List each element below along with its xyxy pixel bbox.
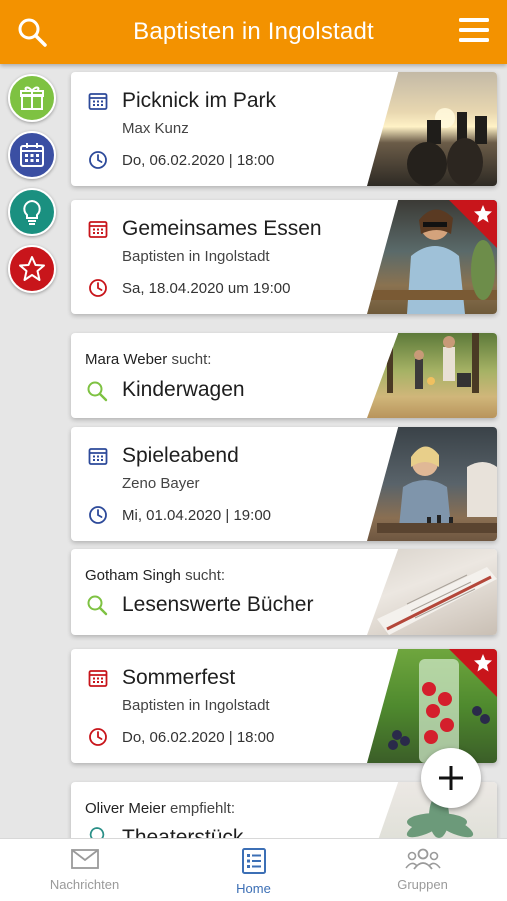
page-title: Baptisten in Ingolstadt bbox=[133, 18, 374, 45]
search-card[interactable]: Mara Weber sucht: Kinderwagen bbox=[71, 333, 497, 418]
search-icon[interactable] bbox=[17, 17, 47, 47]
clock-icon bbox=[89, 151, 107, 169]
event-organizer: Max Kunz bbox=[122, 120, 189, 137]
calendar-icon bbox=[20, 143, 44, 167]
event-card[interactable]: Gemeinsames Essen Baptisten in Ingolstad… bbox=[71, 200, 497, 314]
event-organizer: Baptisten in Ingolstadt bbox=[122, 697, 270, 714]
event-organizer: Baptisten in Ingolstadt bbox=[122, 248, 270, 265]
event-image bbox=[367, 72, 497, 186]
event-image bbox=[367, 427, 497, 541]
group-icon bbox=[404, 848, 441, 870]
search-image bbox=[367, 549, 497, 635]
search-title: Lesenswerte Bücher bbox=[122, 593, 314, 616]
nav-groups-label: Gruppen bbox=[397, 877, 448, 892]
event-card[interactable]: Sommerfest Baptisten in Ingolstadt Do, 0… bbox=[71, 649, 497, 763]
search-action: sucht: bbox=[171, 351, 212, 368]
user-name: Gotham Singh bbox=[85, 567, 181, 584]
search-icon bbox=[87, 381, 108, 402]
nav-home-label: Home bbox=[236, 881, 271, 896]
event-card[interactable]: Picknick im Park Max Kunz Do, 06.02.2020… bbox=[71, 72, 497, 186]
star-icon bbox=[474, 654, 492, 672]
bottom-navigation: Nachrichten Home Gruppen bbox=[0, 838, 507, 901]
event-datetime: Do, 06.02.2020 | 18:00 bbox=[122, 152, 275, 169]
search-card[interactable]: Gotham Singh sucht: Lesenswerte Bücher bbox=[71, 549, 497, 635]
search-icon bbox=[87, 595, 108, 616]
favorites-filter-button[interactable] bbox=[8, 245, 56, 293]
clock-icon bbox=[89, 728, 107, 746]
event-title: Picknick im Park bbox=[122, 89, 277, 112]
gift-filter-button[interactable] bbox=[8, 74, 56, 122]
calendar-icon bbox=[88, 670, 108, 687]
add-button[interactable] bbox=[421, 748, 481, 808]
star-icon bbox=[19, 256, 45, 281]
event-card[interactable]: Spieleabend Zeno Bayer Mi, 01.04.2020 | … bbox=[71, 427, 497, 541]
search-title: Kinderwagen bbox=[122, 378, 245, 401]
nav-messages[interactable]: Nachrichten bbox=[0, 839, 169, 901]
event-datetime: Do, 06.02.2020 | 18:00 bbox=[122, 729, 275, 746]
idea-filter-button[interactable] bbox=[8, 188, 56, 236]
clock-icon bbox=[89, 506, 107, 524]
clock-icon bbox=[89, 279, 107, 297]
event-datetime: Sa, 18.04.2020 um 19:00 bbox=[122, 280, 291, 297]
event-title: Sommerfest bbox=[122, 666, 236, 689]
list-icon bbox=[241, 848, 266, 874]
event-organizer: Zeno Bayer bbox=[122, 475, 200, 492]
nav-home[interactable]: Home bbox=[169, 839, 338, 901]
event-title: Spieleabend bbox=[122, 444, 239, 467]
calendar-icon bbox=[88, 221, 108, 238]
envelope-icon bbox=[70, 849, 99, 869]
event-datetime: Mi, 01.04.2020 | 19:00 bbox=[122, 507, 272, 524]
app-header: Baptisten in Ingolstadt bbox=[0, 0, 507, 64]
user-name: Mara Weber bbox=[85, 351, 168, 368]
event-title: Gemeinsames Essen bbox=[122, 217, 322, 240]
gift-icon bbox=[20, 86, 44, 110]
search-image bbox=[367, 333, 497, 418]
calendar-filter-button[interactable] bbox=[8, 131, 56, 179]
recommendation-user-line: Oliver Meier empfiehlt: bbox=[85, 800, 235, 817]
search-user-line: Gotham Singh sucht: bbox=[85, 567, 225, 584]
plus-icon bbox=[439, 766, 463, 790]
nav-messages-label: Nachrichten bbox=[49, 877, 120, 892]
search-action: sucht: bbox=[185, 567, 226, 584]
recommendation-action: empfiehlt: bbox=[170, 800, 236, 817]
search-user-line: Mara Weber sucht: bbox=[85, 351, 211, 368]
user-name: Oliver Meier bbox=[85, 800, 166, 817]
category-rail bbox=[8, 74, 58, 302]
lightbulb-icon bbox=[23, 199, 41, 225]
star-icon bbox=[474, 205, 492, 223]
nav-groups[interactable]: Gruppen bbox=[338, 839, 507, 901]
calendar-icon bbox=[88, 448, 108, 465]
calendar-icon bbox=[88, 93, 108, 110]
menu-icon[interactable] bbox=[458, 16, 490, 44]
